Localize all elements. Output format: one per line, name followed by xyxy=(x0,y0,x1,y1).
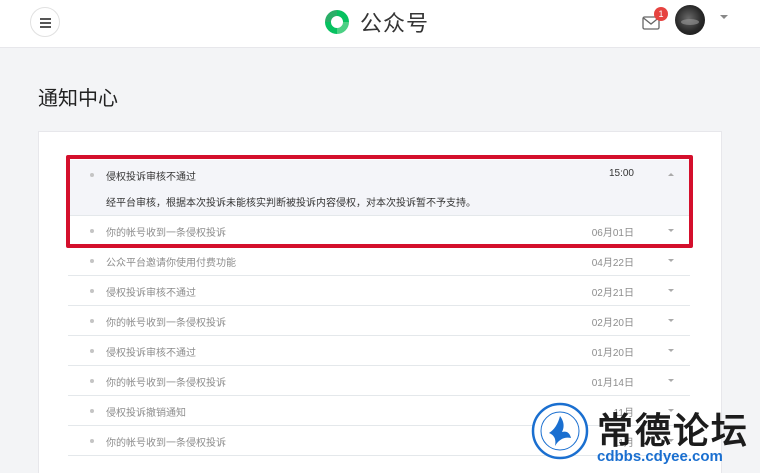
notification-title: 侵权投诉审核不通过 xyxy=(106,348,196,359)
bullet-icon xyxy=(90,379,94,383)
avatar[interactable] xyxy=(675,5,705,35)
chevron-down-icon[interactable] xyxy=(668,379,674,382)
watermark-url: cdbbs.cdyee.com xyxy=(597,448,723,465)
watermark-title: 常德论坛 xyxy=(597,410,750,452)
notification-date: 06月01日 xyxy=(591,228,634,239)
notification-date: 02月20日 xyxy=(591,318,634,329)
menu-button[interactable] xyxy=(30,7,60,37)
top-bar: 公众号 1 xyxy=(0,0,760,48)
chevron-down-icon[interactable] xyxy=(668,289,674,292)
chevron-down-icon[interactable] xyxy=(668,319,674,322)
chevron-up-icon[interactable] xyxy=(668,173,674,176)
notification-date: 04月22日 xyxy=(591,258,634,269)
notification-title: 侵权投诉撤销通知 xyxy=(106,408,186,419)
notification-item[interactable]: 侵权投诉审核不通过 02月21日 xyxy=(68,276,690,306)
notification-body: 经平台审核，根据本次投诉未能核实判断被投诉内容侵权，对本次投诉暂不予支持。 xyxy=(106,198,476,209)
bullet-icon xyxy=(90,319,94,323)
notification-title: 你的帐号收到一条侵权投诉 xyxy=(106,378,226,389)
chevron-down-icon[interactable] xyxy=(668,259,674,262)
chevron-down-icon[interactable] xyxy=(668,349,674,352)
bullet-icon xyxy=(90,173,94,177)
watermark-seal-icon xyxy=(531,402,589,460)
hamburger-icon xyxy=(40,18,51,20)
notification-item[interactable]: 侵权投诉审核不通过 15:00 经平台审核，根据本次投诉未能核实判断被投诉内容侵… xyxy=(68,160,690,216)
notification-title: 公众平台邀请你使用付费功能 xyxy=(106,258,236,269)
bullet-icon xyxy=(90,439,94,443)
notification-date: 01月20日 xyxy=(591,348,634,359)
bullet-icon xyxy=(90,349,94,353)
bullet-icon xyxy=(90,409,94,413)
notification-item[interactable]: 公众平台邀请你使用付费功能 04月22日 xyxy=(68,246,690,276)
chevron-down-icon[interactable] xyxy=(668,229,674,232)
notification-item[interactable]: 侵权投诉审核不通过 01月20日 xyxy=(68,336,690,366)
notification-date: 15:00 xyxy=(608,168,634,179)
notification-date: 01月14日 xyxy=(591,378,634,389)
bullet-icon xyxy=(90,229,94,233)
notification-title: 侵权投诉审核不通过 xyxy=(106,172,196,183)
brand[interactable]: 公众号 xyxy=(322,5,429,39)
bullet-icon xyxy=(90,259,94,263)
brand-name: 公众号 xyxy=(360,11,430,36)
notification-item[interactable]: 你的帐号收到一条侵权投诉 06月01日 xyxy=(68,216,690,246)
hamburger-icon xyxy=(40,22,51,24)
notification-item[interactable]: 你的帐号收到一条侵权投诉 02月20日 xyxy=(68,306,690,336)
notification-title: 你的帐号收到一条侵权投诉 xyxy=(106,228,226,239)
notification-item[interactable]: 你的帐号收到一条侵权投诉 01月14日 xyxy=(68,366,690,396)
notification-title: 你的帐号收到一条侵权投诉 xyxy=(106,318,226,329)
watermark: 常德论坛 cdbbs.cdyee.com xyxy=(527,400,760,473)
page-title: 通知中心 xyxy=(38,88,118,110)
notification-title: 你的帐号收到一条侵权投诉 xyxy=(106,438,226,449)
mail-badge: 1 xyxy=(654,7,668,21)
hamburger-icon xyxy=(40,26,51,28)
chevron-down-icon[interactable] xyxy=(720,15,728,19)
bullet-icon xyxy=(90,289,94,293)
notification-date: 02月21日 xyxy=(591,288,634,299)
notification-title: 侵权投诉审核不通过 xyxy=(106,288,196,299)
brand-logo-icon xyxy=(325,10,349,34)
